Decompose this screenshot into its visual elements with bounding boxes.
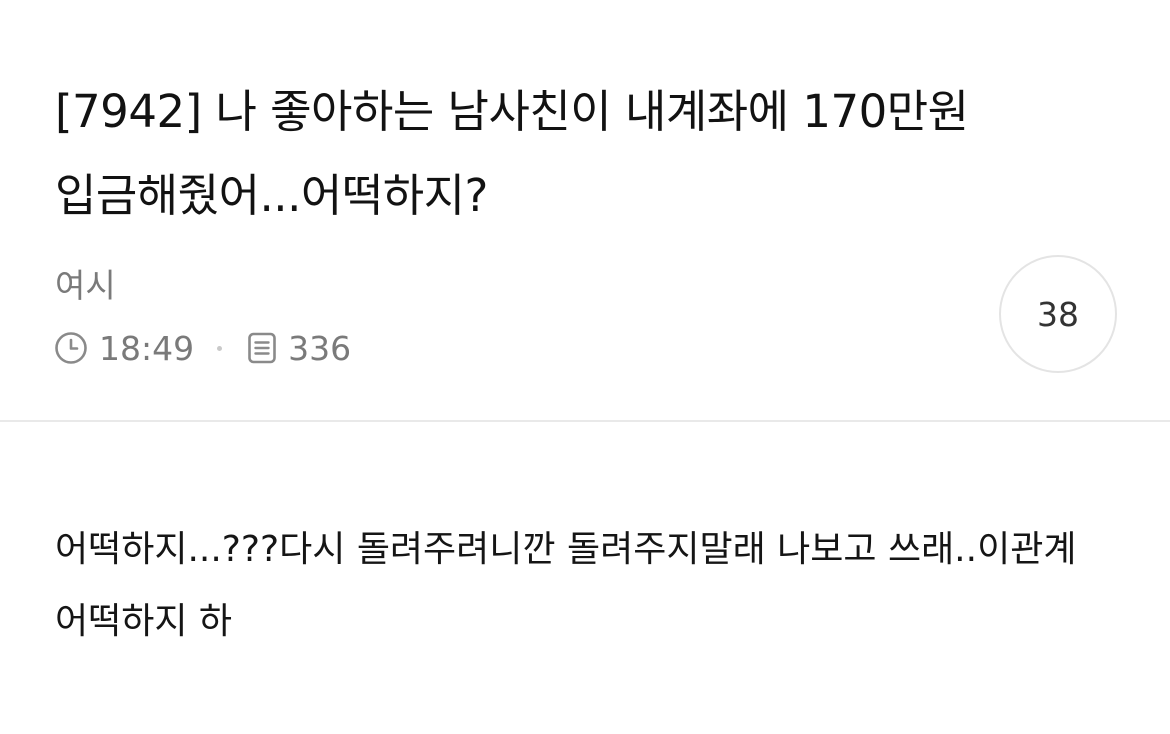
- meta-separator: [217, 345, 223, 351]
- comment-count-badge[interactable]: 38: [999, 255, 1117, 373]
- clock-icon: [54, 331, 88, 365]
- divider: [0, 420, 1170, 422]
- comment-count: 38: [1037, 294, 1079, 334]
- author-name[interactable]: 여시: [55, 266, 116, 306]
- view-count: 336: [288, 328, 352, 368]
- post-time: 18:49: [99, 328, 195, 368]
- post-header: [7942] 나 좋아하는 남사친이 내계좌에 170만원 입금해줬어...어떡…: [0, 0, 1170, 421]
- post-title: [7942] 나 좋아하는 남사친이 내계좌에 170만원 입금해줬어...어떡…: [55, 85, 969, 222]
- post-body: 어떡하지...???다시 돌려주려니깐 돌려주지말래 나보고 쓰래..이관계 어…: [55, 529, 1077, 642]
- document-icon: [245, 331, 279, 365]
- post-meta: 18:49 336: [54, 326, 351, 370]
